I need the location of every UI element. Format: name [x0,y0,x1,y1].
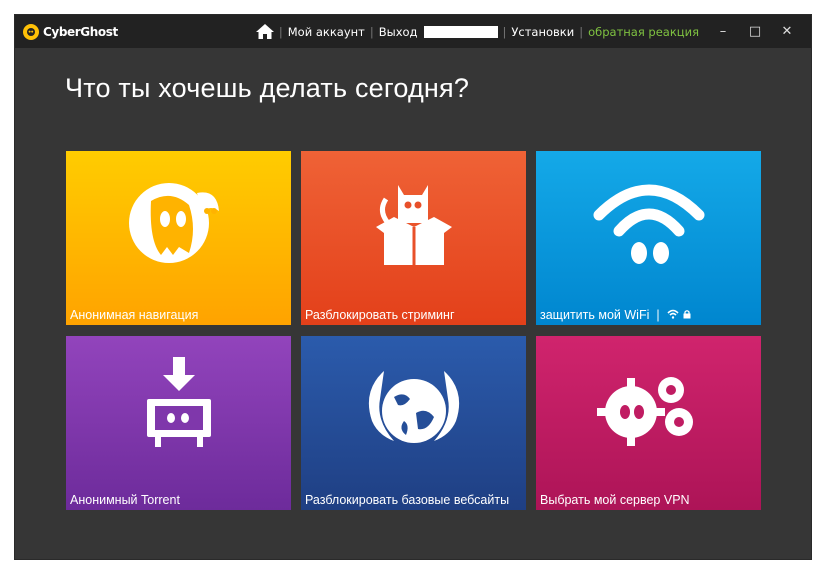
tile-anonymous-torrent[interactable]: Анонимный Torrent [66,336,291,510]
tile-label: защитить мой WiFi | [540,308,692,322]
tile-label: Разблокировать базовые вебсайты [305,493,510,507]
settings-link[interactable]: Установки [511,25,574,39]
tile-label: Выбрать мой сервер VPN [540,493,690,507]
title-bar: CyberGhost | Мой аккаунт | Выход | Устан… [15,15,811,48]
tile-label-text: защитить мой WiFi [540,308,650,322]
logo: CyberGhost [23,23,118,41]
logo-text: CyberGhost [43,25,118,39]
app-window: CyberGhost | Мой аккаунт | Выход | Устан… [14,14,812,560]
wifi-icon [536,151,761,291]
nav-separator: | [369,24,374,39]
tile-label: Анонимная навигация [70,308,199,322]
lock-icon [682,308,692,322]
small-wifi-icon [666,308,682,322]
top-nav: | Мой аккаунт | Выход | Установки | обра… [255,15,699,48]
home-icon[interactable] [255,24,274,39]
nav-separator: | [278,24,283,39]
tile-anonymous-navigation[interactable]: Анонимная навигация [66,151,291,325]
tile-choose-vpn-server[interactable]: Выбрать мой сервер VPN [536,336,761,510]
page-title: Что ты хочешь делать сегодня? [65,73,470,103]
globe-wings-icon [301,336,526,476]
nav-separator: | [579,24,584,39]
gears-icon [536,336,761,476]
cat-box-icon [301,151,526,291]
tile-unblock-websites[interactable]: Разблокировать базовые вебсайты [301,336,526,510]
ghost-icon [66,151,291,291]
feedback-link[interactable]: обратная реакция [588,25,699,39]
my-account-link[interactable]: Мой аккаунт [288,25,365,39]
torrent-download-icon [66,336,291,476]
tile-label: Разблокировать стриминг [305,308,455,322]
redacted-username [423,25,498,38]
logout-link[interactable]: Выход [379,25,418,39]
nav-separator: | [502,24,507,39]
logo-ghost-icon [23,24,39,40]
tile-label: Анонимный Torrent [70,493,180,507]
window-controls: – □ ✕ [707,15,803,48]
close-button[interactable]: ✕ [771,24,803,39]
minimize-button[interactable]: – [707,24,739,39]
tile-protect-wifi[interactable]: защитить мой WiFi | [536,151,761,325]
tile-unblock-streaming[interactable]: Разблокировать стриминг [301,151,526,325]
label-separator: | [652,308,664,322]
maximize-button[interactable]: □ [739,24,771,39]
